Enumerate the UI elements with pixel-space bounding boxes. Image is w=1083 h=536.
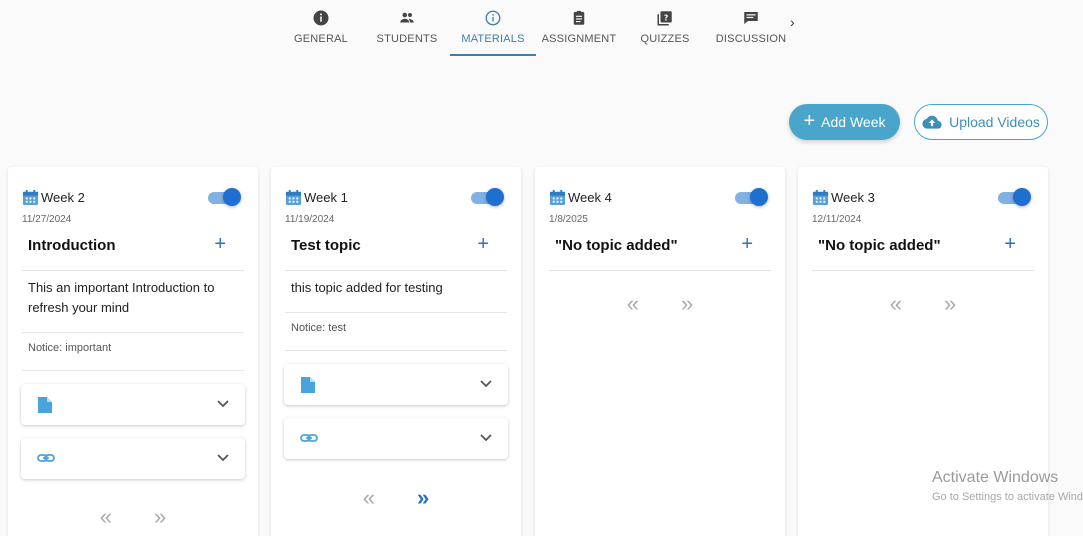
next-page-button[interactable]: » (944, 291, 956, 317)
tab-scroll-right-button[interactable]: › (790, 14, 795, 30)
card-header: Week 2 (22, 187, 244, 207)
add-week-button[interactable]: + Add Week (789, 104, 900, 140)
week-card: Week 4 1/8/2025 "No topic added" + « » (535, 167, 785, 536)
prev-page-button[interactable]: « (890, 291, 902, 317)
visibility-toggle[interactable] (998, 188, 1031, 206)
chat-icon (744, 12, 758, 24)
topic-description: This an important Introduction to refres… (28, 280, 215, 315)
plus-icon: + (803, 110, 816, 132)
calendar-icon (549, 189, 566, 205)
clipboard-icon (573, 10, 585, 25)
link-icon (300, 434, 318, 442)
next-page-button[interactable]: » (417, 485, 429, 511)
topic-title: "No topic added" (555, 237, 678, 254)
pager: « » (798, 291, 1048, 317)
topic-title: Test topic (291, 237, 361, 254)
next-page-button[interactable]: » (154, 504, 166, 530)
info-filled-icon (313, 10, 329, 26)
week-label: Week 4 (568, 189, 612, 205)
week-date: 11/19/2024 (285, 214, 335, 225)
file-icon (38, 397, 52, 413)
tab-discussion[interactable]: DISCUSSION (708, 0, 794, 56)
add-topic-button[interactable]: + (1004, 233, 1016, 256)
calendar-icon (812, 189, 829, 205)
prev-page-button[interactable]: « (627, 291, 639, 317)
topic-title: Introduction (28, 237, 116, 254)
links-accordion[interactable] (21, 438, 245, 479)
week-label: Week 2 (41, 189, 85, 205)
file-icon (301, 377, 315, 393)
chevron-down-icon (480, 434, 492, 442)
add-topic-button[interactable]: + (477, 233, 489, 256)
next-page-button[interactable]: » (681, 291, 693, 317)
tab-label: MATERIALS (461, 33, 525, 45)
upload-videos-label: Upload Videos (949, 114, 1040, 130)
info-outline-icon (485, 10, 501, 26)
activate-windows-title: Activate Windows (932, 469, 1059, 486)
people-icon (400, 12, 414, 23)
tab-label: GENERAL (294, 33, 348, 45)
chevron-down-icon (480, 380, 492, 388)
tab-assignment[interactable]: ASSIGNMENT (536, 0, 622, 56)
prev-page-button[interactable]: « (363, 485, 375, 511)
upload-videos-button[interactable]: Upload Videos (914, 104, 1048, 140)
divider (22, 332, 244, 333)
calendar-icon (285, 189, 302, 205)
calendar-icon (22, 189, 39, 205)
week-label: Week 1 (304, 189, 348, 205)
divider (22, 270, 244, 271)
files-accordion[interactable] (21, 384, 245, 425)
topic-description: this topic added for testing (291, 280, 443, 295)
card-header: Week 4 (549, 187, 771, 207)
divider (285, 350, 507, 351)
week-label: Week 3 (831, 189, 875, 205)
tab-label: QUIZZES (640, 33, 690, 45)
divider (22, 370, 244, 371)
notice-text: Notice: test (291, 322, 347, 334)
add-topic-button[interactable]: + (741, 233, 753, 256)
visibility-toggle[interactable] (735, 188, 768, 206)
pager: « » (271, 485, 521, 511)
tab-materials[interactable]: MATERIALS (450, 0, 536, 56)
cloud-upload-icon (922, 115, 942, 129)
tab-label: STUDENTS (376, 33, 438, 45)
notice-text: Notice: important (28, 342, 112, 354)
card-header: Week 3 (812, 187, 1034, 207)
topic-title: "No topic added" (818, 237, 941, 254)
prev-page-button[interactable]: « (100, 504, 112, 530)
tab-quizzes[interactable]: ? QUIZZES (622, 0, 708, 56)
link-icon (37, 454, 55, 462)
tab-general[interactable]: GENERAL (278, 0, 364, 56)
divider (549, 270, 771, 271)
links-accordion[interactable] (284, 418, 508, 459)
tab-students[interactable]: STUDENTS (364, 0, 450, 56)
week-date: 1/8/2025 (549, 214, 588, 225)
add-topic-button[interactable]: + (214, 233, 226, 256)
visibility-toggle[interactable] (208, 188, 241, 206)
divider (285, 312, 507, 313)
pager: « » (8, 504, 258, 530)
tab-label: DISCUSSION (715, 33, 787, 45)
svg-text:?: ? (664, 13, 669, 22)
card-header: Week 1 (285, 187, 507, 207)
week-date: 12/11/2024 (812, 214, 862, 225)
activate-windows-subtitle: Go to Settings to activate Windows. (932, 491, 1083, 503)
chevron-down-icon (217, 400, 229, 408)
divider (812, 270, 1034, 271)
divider (285, 270, 507, 271)
week-card: Week 1 11/19/2024 Test topic + this topi… (271, 167, 521, 536)
files-accordion[interactable] (284, 364, 508, 405)
tab-bar: GENERAL STUDENTS MATERIALS ASSIGNMENT ? … (278, 0, 794, 60)
chevron-down-icon (217, 454, 229, 462)
quiz-icon: ? (657, 11, 672, 26)
pager: « » (535, 291, 785, 317)
week-date: 11/27/2024 (22, 214, 72, 225)
visibility-toggle[interactable] (471, 188, 504, 206)
add-week-label: Add Week (821, 114, 886, 130)
tab-label: ASSIGNMENT (541, 33, 617, 45)
week-card: Week 2 11/27/2024 Introduction + This an… (8, 167, 258, 536)
